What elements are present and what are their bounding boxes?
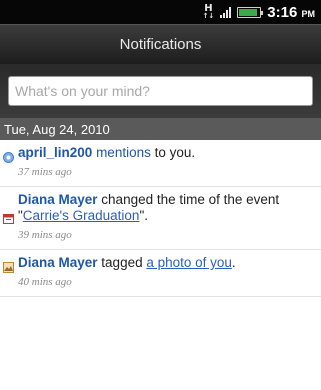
notification-text: Diana Mayer tagged a photo of you. <box>18 255 315 271</box>
date-header-label: Tue, Aug 24, 2010 <box>4 121 110 137</box>
notification-item[interactable]: Diana Mayer tagged a photo of you. 40 mi… <box>0 250 321 297</box>
notification-item[interactable]: april_lin200 mentions to you. 37 mins ag… <box>0 140 321 187</box>
timestamp: 40 mins ago <box>18 276 72 288</box>
photo-icon <box>3 261 14 277</box>
clock: 3:16 PM <box>267 4 315 21</box>
notification-end: . <box>231 255 236 270</box>
user-name[interactable]: Diana Mayer <box>18 255 98 270</box>
signal-strength-icon <box>220 6 232 18</box>
clock-time: 3:16 <box>267 3 298 21</box>
mention-link[interactable]: mentions <box>96 145 151 160</box>
notification-body: tagged <box>97 255 147 270</box>
user-name[interactable]: Diana Mayer <box>18 192 98 207</box>
status-bar: H ↑↓ 3:16 PM <box>0 0 321 24</box>
status-composer <box>0 64 321 118</box>
timestamp: 39 mins ago <box>18 229 72 241</box>
title-bar: Notifications <box>0 24 321 64</box>
photo-link[interactable]: a photo of you <box>146 255 232 270</box>
battery-icon <box>237 6 264 18</box>
event-link[interactable]: Carrie's Graduation <box>23 208 140 223</box>
clock-ampm: PM <box>301 8 316 19</box>
notification-item[interactable]: Diana Mayer changed the time of the even… <box>0 187 321 250</box>
status-input[interactable] <box>8 76 313 106</box>
timestamp: 37 mins ago <box>18 166 72 178</box>
network-indicator: H ↑↓ <box>203 4 215 20</box>
date-header: Tue, Aug 24, 2010 <box>0 118 321 140</box>
battery-level <box>239 8 258 16</box>
data-arrows-icon: ↑↓ <box>202 12 215 20</box>
calendar-icon <box>3 212 14 228</box>
mention-icon <box>3 151 14 167</box>
notification-rest: to you. <box>150 145 196 160</box>
notification-text: Diana Mayer changed the time of the even… <box>18 192 315 224</box>
notification-end: ". <box>139 208 148 223</box>
user-name[interactable]: april_lin200 <box>18 145 92 160</box>
page-title: Notifications <box>119 36 202 53</box>
notification-text: april_lin200 mentions to you. <box>18 145 315 161</box>
